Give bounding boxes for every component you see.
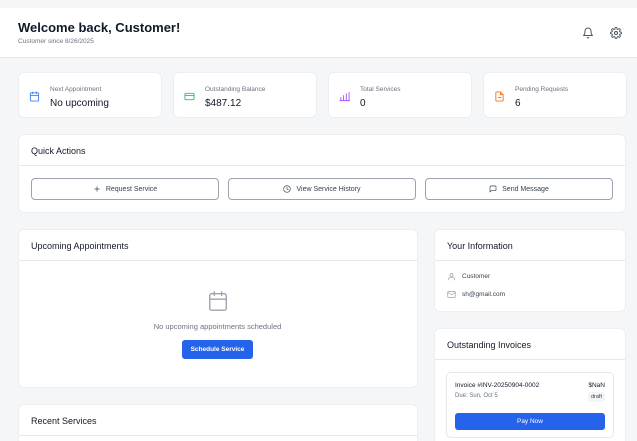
schedule-service-button[interactable]: Schedule Service (182, 340, 253, 359)
button-label: Request Service (105, 185, 158, 193)
your-information-title: Your Information (447, 241, 513, 251)
stat-card-pending-requests: Pending Requests 6 (483, 72, 627, 118)
recent-services-title: Recent Services (31, 416, 97, 426)
customer-since: Customer since 8/26/2025 (18, 38, 94, 45)
send-message-button[interactable]: Send Message (425, 178, 613, 200)
invoice-due-date: Due: Sun, Oct 5 (455, 393, 498, 399)
invoice-number: Invoice #INV-20250904-0002 (455, 382, 540, 389)
divider (19, 435, 417, 436)
bar-chart-icon (339, 91, 351, 103)
stat-card-next-appointment: Next Appointment No upcoming (18, 72, 162, 118)
invoice-item: Invoice #INV-20250904-0002 Due: Sun, Oct… (446, 372, 614, 438)
stat-label: Next Appointment (50, 86, 102, 93)
button-label: View Service History (296, 185, 361, 193)
calendar-icon (207, 290, 229, 312)
your-information-card: Your Information (434, 229, 626, 312)
page-header: Welcome back, Customer! Customer since 8… (0, 8, 637, 58)
user-icon (448, 273, 455, 281)
request-service-button[interactable]: Request Service (31, 178, 219, 200)
info-email-row: sh@gmail.com (447, 290, 505, 299)
info-name: Customer (462, 273, 491, 280)
document-icon (494, 91, 506, 103)
stat-value: 6 (515, 98, 521, 109)
divider (19, 165, 625, 166)
stat-label: Outstanding Balance (205, 86, 266, 93)
bell-icon[interactable] (582, 26, 596, 40)
quick-actions-card: Quick Actions (18, 134, 626, 213)
outstanding-invoices-title: Outstanding Invoices (447, 340, 532, 350)
upcoming-appointments-title: Upcoming Appointments (31, 241, 129, 251)
page-title: Welcome back, Customer! (18, 20, 181, 35)
invoice-amount: $NaN (588, 382, 605, 389)
clock-icon (283, 185, 292, 193)
calendar-icon (29, 91, 41, 103)
divider (435, 359, 625, 360)
empty-state-text: No upcoming appointments scheduled (153, 322, 282, 331)
stat-label: Total Services (360, 86, 401, 93)
quick-actions-title: Quick Actions (31, 146, 86, 156)
view-service-history-button[interactable]: View Service History (228, 178, 416, 200)
message-icon (489, 185, 497, 193)
stat-value: 0 (360, 98, 366, 109)
stat-value: No upcoming (50, 98, 109, 109)
pay-now-button[interactable]: Pay Now (455, 413, 605, 430)
mail-icon (447, 291, 456, 298)
gear-icon[interactable] (610, 26, 624, 40)
status-badge: draft (587, 392, 605, 402)
plus-icon (94, 186, 100, 192)
stat-value: $487.12 (205, 98, 242, 109)
recent-services-card: Recent Services (18, 404, 418, 441)
credit-card-icon (184, 91, 196, 103)
button-label: Send Message (502, 185, 549, 193)
info-name-row: Customer (447, 272, 490, 281)
stat-card-outstanding-balance: Outstanding Balance $487.12 (173, 72, 317, 118)
stat-card-total-services: Total Services 0 (328, 72, 472, 118)
divider (435, 260, 625, 261)
divider (19, 260, 417, 261)
stat-label: Pending Requests (515, 86, 569, 93)
info-email: sh@gmail.com (462, 291, 506, 298)
